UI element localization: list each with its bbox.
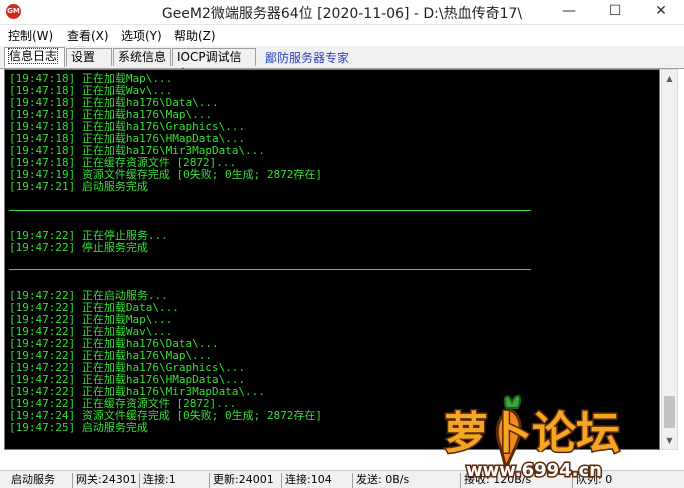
status-update-port: 更新:24001 bbox=[209, 473, 282, 488]
log-line: [19:47:22] 停止服务完成 bbox=[9, 241, 148, 254]
tab-iocp-debug[interactable]: IOCP调试信息 bbox=[172, 48, 256, 81]
status-update-connections: 连接:104 bbox=[281, 473, 353, 488]
log-line: [19:47:25] 启动服务完成 bbox=[9, 421, 148, 434]
tab-bar: 信息日志 设置 系统信息 IOCP调试信息 鄙防服务器专家 bbox=[0, 46, 684, 81]
title-bar[interactable]: GM GeeM2微端服务器64位 [2020-11-06] - D:\热血传奇1… bbox=[0, 0, 684, 25]
status-gateway-port: 网关:24301 bbox=[72, 473, 140, 488]
menu-help[interactable]: 帮助(Z) bbox=[174, 27, 216, 44]
tab-info-log[interactable]: 信息日志 bbox=[4, 47, 65, 67]
menu-control[interactable]: 控制(W) bbox=[8, 27, 53, 44]
menu-options[interactable]: 选项(Y) bbox=[121, 27, 162, 44]
watermark-logo: 萝卜论坛 www.6994.cn bbox=[443, 394, 622, 480]
minimize-button[interactable]: — bbox=[546, 0, 592, 24]
scroll-up-arrow-icon[interactable]: ▲ bbox=[662, 70, 677, 87]
close-button[interactable]: ✕ bbox=[638, 0, 684, 24]
menu-bar: 控制(W) 查看(X) 选项(Y) 帮助(Z) bbox=[0, 25, 684, 45]
maximize-button[interactable]: ☐ bbox=[592, 0, 638, 24]
defense-expert-link[interactable]: 鄙防服务器专家 bbox=[265, 49, 349, 66]
watermark-logo-text: 萝卜论坛 bbox=[444, 408, 620, 459]
tab-settings[interactable]: 设置 bbox=[66, 48, 112, 66]
log-separator bbox=[9, 269, 531, 270]
status-gateway-connections: 连接:1 bbox=[139, 473, 211, 488]
log-line: [19:47:21] 启动服务完成 bbox=[9, 180, 148, 193]
log-separator bbox=[9, 210, 531, 211]
status-state: 启动服务 bbox=[11, 473, 55, 486]
watermark-url: www.6994.cn bbox=[466, 460, 602, 480]
menu-view[interactable]: 查看(X) bbox=[67, 27, 109, 44]
tab-system-info[interactable]: 系统信息 bbox=[113, 48, 171, 66]
